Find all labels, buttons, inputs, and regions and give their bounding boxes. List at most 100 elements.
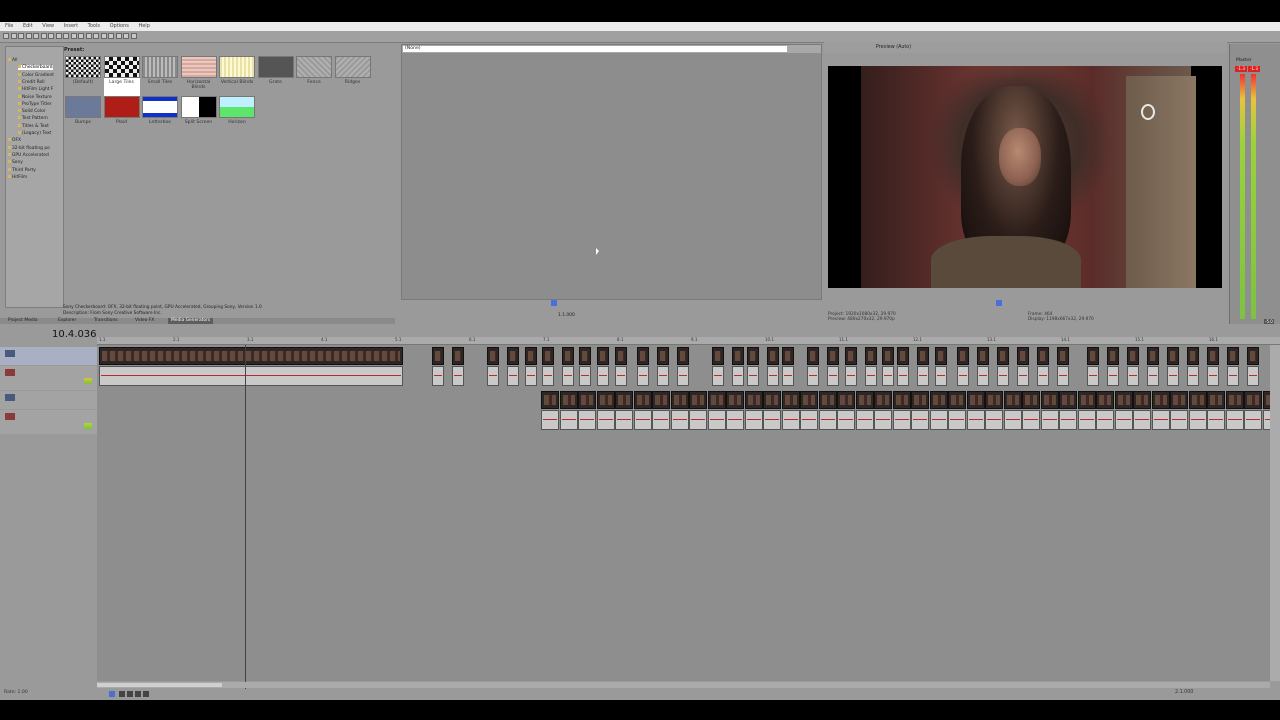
audio-clip[interactable]: [1114, 410, 1133, 430]
video-clip[interactable]: [966, 391, 985, 409]
trimmer-play-icon[interactable]: [551, 300, 557, 306]
preset-item[interactable]: Small Tiles: [142, 56, 178, 98]
audio-clip[interactable]: [1107, 366, 1119, 386]
audio-clip[interactable]: [874, 410, 892, 430]
tree-item[interactable]: HitFilm Light F: [18, 87, 53, 92]
video-clip[interactable]: [800, 391, 818, 409]
preset-item[interactable]: Bumps: [65, 96, 101, 138]
docking-tab[interactable]: Explorer: [58, 318, 76, 324]
video-clip[interactable]: [747, 347, 759, 365]
audio-clip[interactable]: [1147, 366, 1159, 386]
toolbar-button[interactable]: [130, 33, 137, 39]
preset-item[interactable]: Large Tiles: [103, 56, 140, 98]
audio-clip[interactable]: [1188, 410, 1207, 430]
audio-clip[interactable]: [615, 366, 627, 386]
video-clip[interactable]: [1262, 391, 1270, 409]
toolbar-button[interactable]: [78, 33, 84, 39]
video-clip[interactable]: [911, 391, 929, 409]
audio-clip[interactable]: [1087, 366, 1099, 386]
audio-clip[interactable]: [579, 366, 591, 386]
toolbar-button[interactable]: [85, 33, 92, 39]
video-clip[interactable]: [782, 347, 794, 365]
video-clip[interactable]: [1151, 391, 1170, 409]
video-clip[interactable]: [874, 391, 892, 409]
tree-item[interactable]: GPU Accelerated: [8, 152, 49, 158]
audio-clip[interactable]: [1003, 410, 1022, 430]
video-clip[interactable]: [1040, 391, 1059, 409]
audio-clip[interactable]: [800, 410, 818, 430]
audio-clip[interactable]: [767, 366, 779, 386]
audio-clip[interactable]: [1077, 410, 1096, 430]
video-clip[interactable]: [596, 391, 615, 409]
video-clip[interactable]: [763, 391, 781, 409]
toolbar-button[interactable]: [10, 33, 17, 39]
toolbar-button[interactable]: [70, 33, 77, 39]
audio-clip[interactable]: [818, 410, 837, 430]
audio-clip[interactable]: [726, 410, 744, 430]
menu-file[interactable]: File: [5, 22, 13, 31]
video-clip[interactable]: [615, 391, 633, 409]
audio-clip[interactable]: [845, 366, 857, 386]
video-clip[interactable]: [1207, 347, 1219, 365]
video-clip[interactable]: [1187, 347, 1199, 365]
audio-clip[interactable]: [781, 410, 800, 430]
audio-clip[interactable]: [562, 366, 574, 386]
audio-clip[interactable]: [827, 366, 839, 386]
tree-item[interactable]: Sony: [8, 160, 23, 165]
preset-item[interactable]: Fence: [296, 56, 332, 98]
trimmer-media-select[interactable]: (None): [403, 46, 787, 52]
toolbar-button[interactable]: [40, 33, 47, 39]
video-clip[interactable]: [1107, 347, 1119, 365]
video-clip[interactable]: [827, 347, 839, 365]
master-volume[interactable]: -5.0: [1264, 319, 1274, 324]
video-clip[interactable]: [1017, 347, 1029, 365]
track-header-audio-1[interactable]: [0, 366, 97, 390]
video-clip[interactable]: [865, 347, 877, 365]
preset-item[interactable]: Plaid: [103, 96, 140, 138]
play-icon[interactable]: [127, 691, 133, 697]
toolbar-button[interactable]: [108, 33, 114, 39]
tree-item[interactable]: OFX: [8, 138, 21, 143]
tree-item[interactable]: Third Party: [8, 167, 36, 173]
timeline-ruler[interactable]: 1.1 2.1 3.1 4.1 5.1 6.1 7.1 8.1 9.1 10.1 11.1 12.1 1…: [97, 337, 1280, 345]
tree-item[interactable]: All: [8, 58, 17, 63]
audio-clip[interactable]: [977, 366, 989, 386]
audio-clip[interactable]: [837, 410, 855, 430]
video-clip[interactable]: [818, 391, 837, 409]
audio-clip[interactable]: [652, 410, 670, 430]
audio-clip[interactable]: [985, 410, 1003, 430]
tree-item[interactable]: Noise Texture: [18, 94, 52, 100]
audio-clip[interactable]: [507, 366, 519, 386]
audio-clip[interactable]: [633, 410, 652, 430]
audio-clip[interactable]: [452, 366, 464, 386]
track-header-video-1[interactable]: [0, 347, 97, 365]
track-header-video-2[interactable]: [0, 391, 97, 409]
docking-tab[interactable]: Media Generators: [168, 318, 214, 324]
audio-clip[interactable]: [747, 366, 759, 386]
audio-clip[interactable]: [1022, 410, 1040, 430]
audio-clip[interactable]: [1037, 366, 1049, 386]
timeline-cursor[interactable]: [245, 345, 246, 700]
video-clip[interactable]: [452, 347, 464, 365]
preview-quality-select[interactable]: Preview (Auto): [876, 42, 911, 53]
video-clip[interactable]: [542, 347, 554, 365]
video-clip[interactable]: [726, 391, 744, 409]
audio-clip[interactable]: [99, 366, 403, 386]
video-clip[interactable]: [541, 391, 559, 409]
video-clip[interactable]: [1167, 347, 1179, 365]
audio-clip[interactable]: [1244, 410, 1262, 430]
preset-item[interactable]: Split Screen: [180, 96, 217, 138]
audio-clip[interactable]: [1040, 410, 1059, 430]
audio-clip[interactable]: [637, 366, 649, 386]
tree-item[interactable]: Checkerboard: [18, 65, 53, 71]
toolbar-button[interactable]: [33, 33, 39, 39]
video-clip[interactable]: [677, 347, 689, 365]
audio-clip[interactable]: [689, 410, 707, 430]
audio-clip[interactable]: [957, 366, 969, 386]
video-clip[interactable]: [1127, 347, 1139, 365]
video-clip[interactable]: [99, 347, 403, 365]
video-clip[interactable]: [1207, 391, 1225, 409]
video-clip[interactable]: [1225, 391, 1244, 409]
menu-view[interactable]: View: [42, 22, 54, 31]
video-clip[interactable]: [712, 347, 724, 365]
